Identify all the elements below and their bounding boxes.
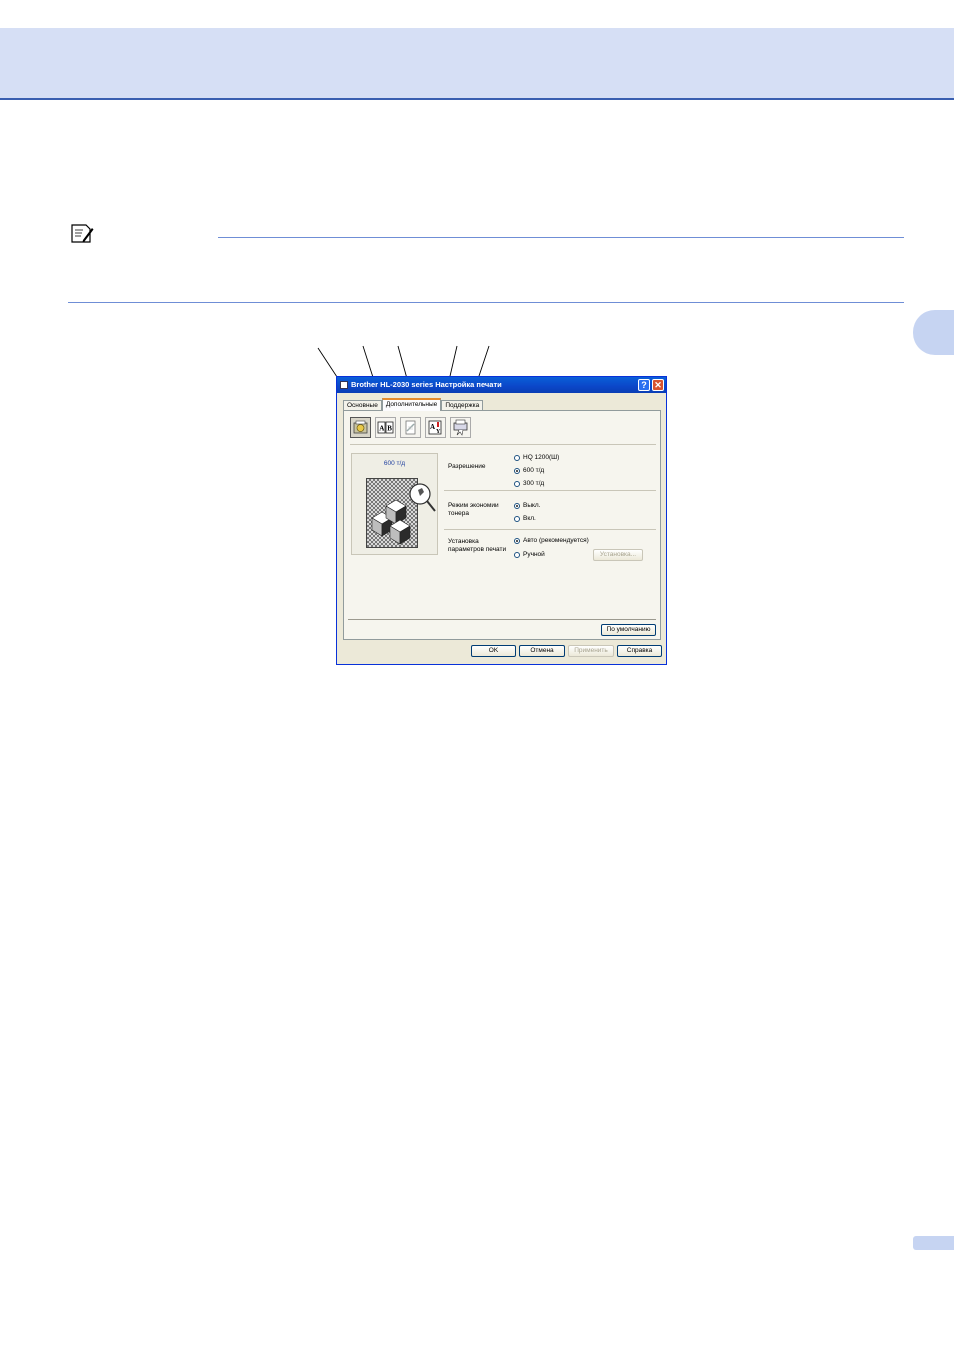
page-header-band [0,28,954,100]
print-setup-radio-manual[interactable] [514,551,520,558]
toner-save-option-off-label: Выкл. [523,502,541,509]
help-button[interactable]: Справка [617,645,662,657]
watermark-icon [405,420,416,435]
device-options-icon [453,419,468,436]
dialog-titlebar: Brother HL-2030 series Настройка печати … [337,377,666,393]
toner-save-option-on-label: Вкл. [523,515,536,522]
note-icon [71,224,94,243]
page-number-tab [913,1236,954,1250]
print-setup-option-manual[interactable]: Ручной [514,550,545,559]
page-setting-button[interactable]: A Y [425,417,446,438]
duplex-icon: A B [377,421,394,434]
svg-text:Y: Y [436,429,441,435]
printer-app-icon [340,381,348,389]
page-setting-icon: A Y [428,420,442,435]
toner-save-label: Режим экономии тонера [448,502,499,517]
toner-save-radio-off[interactable] [514,502,520,509]
default-button[interactable]: По умолчанию [601,624,656,636]
section-divider [444,490,656,491]
resolution-option-600[interactable]: 600 т/д [514,466,544,475]
svg-text:A: A [379,425,384,433]
ok-button[interactable]: OK [471,645,516,657]
resolution-label: Разрешение [448,463,486,470]
dialog-title: Brother HL-2030 series Настройка печати [351,380,502,389]
svg-text:B: B [387,425,392,433]
printing-preferences-dialog: Brother HL-2030 series Настройка печати … [336,376,667,665]
resolution-option-hq1200-label: HQ 1200(Ш) [523,454,560,461]
quality-preview: 600 т/д [351,453,438,555]
toner-save-option-off[interactable]: Выкл. [514,501,541,510]
advanced-tab-panel: A B A Y 600 т/д Разрешение HQ 1200(Ш) 60… [343,410,661,640]
feature-toolbar: A B A Y [350,417,471,439]
settings-button[interactable]: Установка... [593,549,643,561]
preview-label: 600 т/д [383,460,406,467]
print-quality-button[interactable] [350,417,371,438]
chapter-side-tab [913,310,954,355]
tab-advanced[interactable]: Дополнительные [381,398,442,411]
cancel-button[interactable]: Отмена [519,645,565,657]
print-quality-icon [353,420,368,434]
close-icon[interactable]: ✕ [652,379,664,391]
resolution-option-600-label: 600 т/д [523,467,545,474]
help-title-button[interactable]: ? [638,379,650,391]
cubes-preview-image [371,483,436,545]
toolbar-divider [350,444,656,445]
panel-bottom-divider [348,619,656,620]
duplex-button[interactable]: A B [375,417,396,438]
resolution-option-hq1200[interactable]: HQ 1200(Ш) [514,453,559,462]
resolution-option-300-label: 300 т/д [523,480,545,487]
toner-save-option-on[interactable]: Вкл. [514,514,536,523]
resolution-radio-600[interactable] [514,467,520,474]
section-divider [444,529,656,530]
print-setup-radio-auto[interactable] [514,537,520,544]
print-setup-option-auto-label: Авто (рекомендуется) [523,537,589,544]
print-setup-option-manual-label: Ручной [523,551,545,558]
resolution-radio-300[interactable] [514,480,520,487]
resolution-option-300[interactable]: 300 т/д [514,479,544,488]
note-rule-bottom [68,302,904,303]
print-setup-label: Установка параметров печати [448,538,507,553]
svg-text:A: A [430,423,435,431]
toner-save-radio-on[interactable] [514,515,520,522]
watermark-button[interactable] [400,417,421,438]
apply-button[interactable]: Применить [568,645,614,657]
resolution-radio-hq1200[interactable] [514,454,520,461]
note-rule-top [218,237,904,238]
device-options-button[interactable] [450,417,471,438]
print-setup-option-auto[interactable]: Авто (рекомендуется) [514,536,589,545]
